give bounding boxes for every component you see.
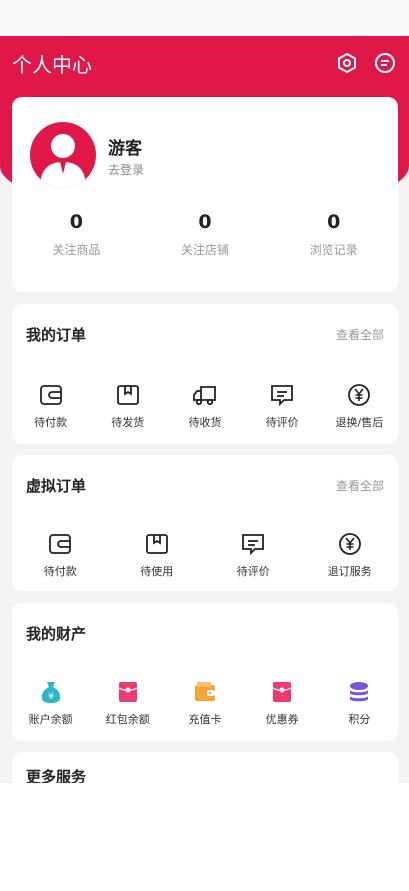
- comment-icon: [269, 382, 295, 408]
- settings-hex-icon[interactable]: [335, 51, 359, 75]
- item-label: 红包余额: [105, 713, 150, 726]
- asset-recharge-card[interactable]: 充值卡: [169, 679, 241, 727]
- section-title: 我的订单: [26, 326, 87, 344]
- virtual-refund-service[interactable]: 退订服务: [314, 531, 386, 579]
- order-pending-review[interactable]: 待评价: [246, 382, 318, 430]
- stat-label: 关注店铺: [181, 243, 230, 257]
- asset-points[interactable]: 积分: [323, 679, 395, 727]
- red-packet-icon: [115, 679, 141, 705]
- stat-value: 0: [69, 211, 83, 233]
- user-avatar-icon: [40, 134, 86, 188]
- item-label: 待使用: [140, 565, 174, 578]
- money-bag-icon: ¥: [38, 679, 64, 705]
- username: 游客: [108, 139, 142, 159]
- stat-label: 浏览记录: [309, 243, 358, 257]
- card-wallet-icon: [192, 679, 218, 705]
- login-link[interactable]: 去登录: [108, 161, 144, 178]
- item-label: 积分: [348, 713, 371, 726]
- stat-followed-products[interactable]: 0 关注商品: [12, 209, 141, 258]
- order-after-sales[interactable]: 退换/售后: [323, 382, 395, 430]
- item-label: 优惠券: [265, 713, 299, 726]
- bottom-area: [0, 783, 409, 891]
- item-label: 待评价: [236, 565, 270, 578]
- page-title: 个人中心: [12, 52, 92, 77]
- item-label: 退订服务: [327, 565, 372, 578]
- virtual-pending-payment[interactable]: 待付款: [24, 531, 96, 579]
- stat-value: 0: [327, 211, 341, 233]
- item-label: 待付款: [43, 565, 77, 578]
- stats-row: 0 关注商品 0 关注店铺 0 浏览记录: [12, 209, 398, 258]
- virtual-pending-use[interactable]: 待使用: [121, 531, 193, 579]
- order-pending-receipt[interactable]: 待收货: [169, 382, 241, 430]
- section-title: 虚拟订单: [26, 477, 87, 495]
- item-label: 待付款: [34, 416, 68, 429]
- item-label: 待收货: [188, 416, 222, 429]
- view-all-orders-link[interactable]: 查看全部: [336, 326, 384, 343]
- item-label: 待发货: [111, 416, 145, 429]
- yen-icon: [337, 531, 363, 557]
- virtual-orders-card: 虚拟订单 查看全部 待付款 待使用 待评价 退订服务: [12, 455, 398, 591]
- item-label: 充值卡: [188, 713, 222, 726]
- view-all-virtual-link[interactable]: 查看全部: [336, 477, 384, 494]
- header-bar: 个人中心: [0, 36, 409, 90]
- asset-account-balance[interactable]: ¥ 账户余额: [15, 679, 87, 727]
- truck-icon: [192, 382, 218, 408]
- coins-stack-icon: [346, 679, 372, 705]
- stat-followed-shops[interactable]: 0 关注店铺: [141, 209, 270, 258]
- asset-coupon[interactable]: 优惠券: [246, 679, 318, 727]
- svg-text:¥: ¥: [48, 692, 54, 702]
- profile-card: 游客 去登录 0 关注商品 0 关注店铺 0 浏览记录: [12, 97, 398, 292]
- status-bar: [0, 0, 409, 36]
- item-label: 待评价: [265, 416, 299, 429]
- order-pending-shipment[interactable]: 待发货: [92, 382, 164, 430]
- box-icon: [144, 531, 170, 557]
- item-label: 账户余额: [28, 713, 73, 726]
- stat-value: 0: [198, 211, 212, 233]
- yen-icon: [346, 382, 372, 408]
- stat-browse-history[interactable]: 0 浏览记录: [269, 209, 398, 258]
- wallet-icon: [38, 382, 64, 408]
- section-title: 我的财产: [26, 625, 87, 643]
- box-icon: [115, 382, 141, 408]
- message-icon[interactable]: [373, 51, 397, 75]
- item-label: 退换/售后: [335, 416, 384, 429]
- wallet-icon: [47, 531, 73, 557]
- stat-label: 关注商品: [52, 243, 101, 257]
- my-assets-card: 我的财产 ¥ 账户余额 红包余额 充值卡 优惠券 积分: [12, 603, 398, 741]
- virtual-pending-review[interactable]: 待评价: [217, 531, 289, 579]
- comment-icon: [240, 531, 266, 557]
- avatar[interactable]: [30, 122, 96, 188]
- asset-red-packet-balance[interactable]: 红包余额: [92, 679, 164, 727]
- coupon-icon: [269, 679, 295, 705]
- order-pending-payment[interactable]: 待付款: [15, 382, 87, 430]
- my-orders-card: 我的订单 查看全部 待付款 待发货 待收货 待评价 退换/售后: [12, 304, 398, 444]
